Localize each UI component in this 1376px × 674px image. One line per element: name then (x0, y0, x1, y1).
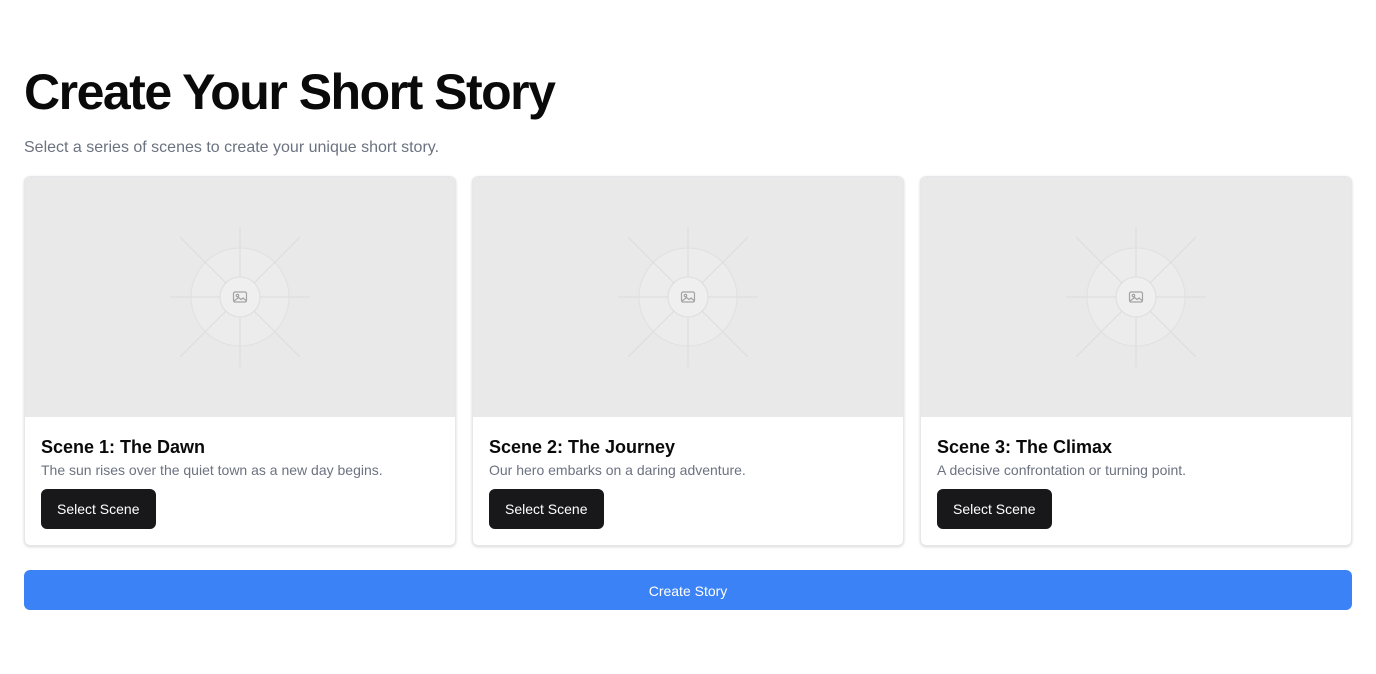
scene-card-body: Scene 3: The Climax A decisive confronta… (937, 435, 1335, 480)
scene-image-placeholder (25, 177, 455, 417)
select-scene-button[interactable]: Select Scene (489, 489, 604, 529)
scene-card-3: Scene 3: The Climax A decisive confronta… (920, 176, 1352, 546)
image-placeholder-icon (618, 227, 758, 367)
scene-card-2: Scene 2: The Journey Our hero embarks on… (472, 176, 904, 546)
page: Create Your Short Story Select a series … (0, 0, 1376, 674)
select-scene-button[interactable]: Select Scene (41, 489, 156, 529)
scene-card-grid: Scene 1: The Dawn The sun rises over the… (24, 176, 1352, 546)
scene-image-placeholder (473, 177, 903, 417)
select-scene-button[interactable]: Select Scene (937, 489, 1052, 529)
scene-description: The sun rises over the quiet town as a n… (41, 462, 383, 478)
scene-description: Our hero embarks on a daring adventure. (489, 462, 746, 478)
image-placeholder-icon (1066, 227, 1206, 367)
scene-image-placeholder (921, 177, 1351, 417)
scene-card-body: Scene 2: The Journey Our hero embarks on… (489, 435, 887, 480)
image-placeholder-icon (170, 227, 310, 367)
scene-card-1: Scene 1: The Dawn The sun rises over the… (24, 176, 456, 546)
page-subtitle: Select a series of scenes to create your… (24, 139, 440, 156)
create-story-button[interactable]: Create Story (24, 570, 1352, 610)
scene-title: Scene 2: The Journey (489, 437, 676, 457)
page-title: Create Your Short Story (24, 64, 556, 120)
scene-title: Scene 3: The Climax (937, 437, 1113, 457)
scene-title: Scene 1: The Dawn (41, 437, 206, 457)
scene-card-body: Scene 1: The Dawn The sun rises over the… (41, 435, 439, 480)
scene-description: A decisive confrontation or turning poin… (937, 462, 1187, 478)
